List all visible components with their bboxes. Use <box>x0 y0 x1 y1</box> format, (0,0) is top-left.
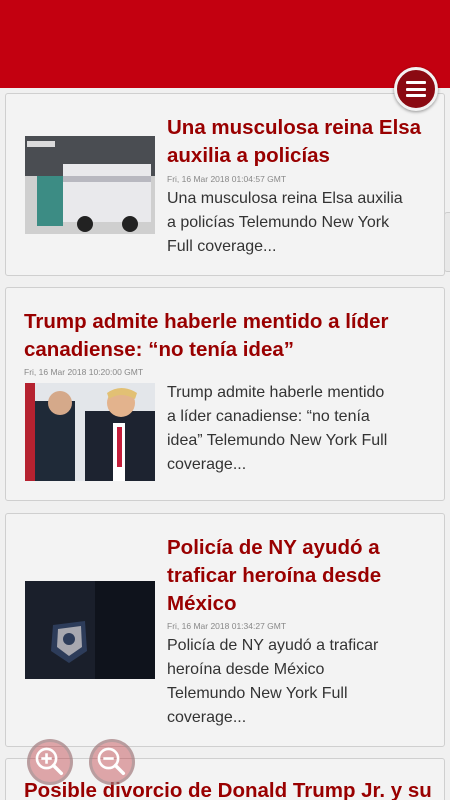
article-title-line[interactable]: auxilia a policías <box>167 142 421 170</box>
app-header-bar <box>0 0 450 88</box>
article-title-line[interactable]: canadiense: “no tenía idea” <box>24 336 389 364</box>
zoom-in-button[interactable] <box>27 739 73 785</box>
article-title-line[interactable]: Posible divorcio de Donald Trump Jr. y s… <box>24 777 432 800</box>
article-description-line: a policías Telemundo New York <box>167 214 390 231</box>
zoom-out-button[interactable] <box>89 739 135 785</box>
hamburger-menu-icon <box>406 81 426 97</box>
article-thumbnail[interactable] <box>25 136 155 234</box>
article-description-line: idea” Telemundo New York Full <box>167 432 388 449</box>
article-thumbnail[interactable] <box>25 581 155 679</box>
article-title-line[interactable]: Policía de NY ayudó a <box>167 534 381 562</box>
article-description-line: coverage... <box>167 709 247 726</box>
article-description-line: Telemundo New York Full <box>167 685 348 702</box>
article-date: Fri, 16 Mar 2018 01:04:57 GMT <box>167 174 287 184</box>
article-title-line[interactable]: Una musculosa reina Elsa <box>167 114 421 142</box>
article-description-line: Policía de NY ayudó a traficar <box>167 637 379 654</box>
zoom-in-icon <box>35 747 64 776</box>
article-card[interactable]: Policía de NY ayudó a traficar heroína d… <box>5 513 445 747</box>
article-description-line: Trump admite haberle mentido <box>167 384 385 401</box>
article-thumbnail[interactable] <box>25 383 155 481</box>
zoom-out-icon <box>97 747 126 776</box>
article-title-line[interactable]: México <box>167 590 381 618</box>
article-description-line: coverage... <box>167 456 247 473</box>
article-title-line[interactable]: traficar heroína desde <box>167 562 381 590</box>
menu-button[interactable] <box>394 67 438 111</box>
article-date: Fri, 16 Mar 2018 01:34:27 GMT <box>167 621 287 631</box>
article-date: Fri, 16 Mar 2018 10:20:00 GMT <box>24 367 144 377</box>
article-description-line: Full coverage... <box>167 238 277 255</box>
article-description-line: Una musculosa reina Elsa auxilia <box>167 190 403 207</box>
article-description-line: a líder canadiense: “no tenía <box>167 408 370 425</box>
article-title-line[interactable]: Trump admite haberle mentido a líder <box>24 308 389 336</box>
article-description-line: heroína desde México <box>167 661 325 678</box>
article-card[interactable]: Trump admite haberle mentido a líder can… <box>5 287 445 501</box>
article-card[interactable]: Una musculosa reina Elsa auxilia a polic… <box>5 93 445 276</box>
